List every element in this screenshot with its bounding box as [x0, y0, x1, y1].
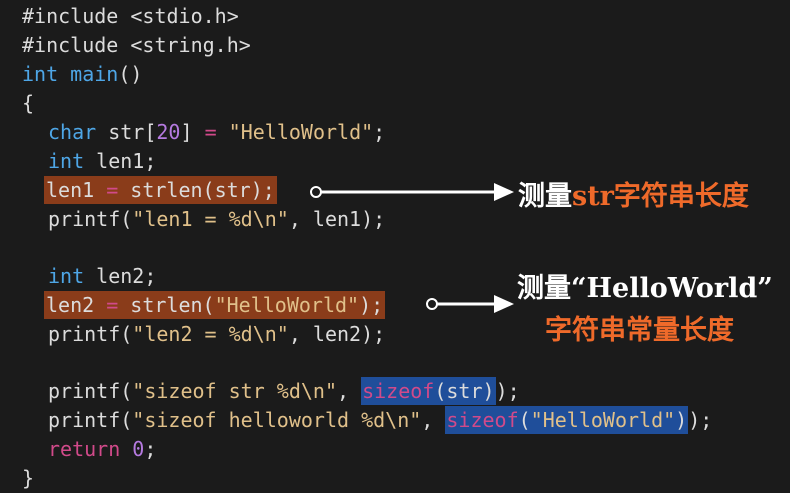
code-line-include-stdio: #include <stdio.h>: [22, 2, 239, 31]
code-line-char-str: char str[20] = "HelloWorld";: [48, 118, 385, 147]
operator: =: [106, 293, 119, 317]
code-line-close-brace: }: [22, 464, 34, 493]
type-keyword: char: [48, 120, 97, 144]
code-text: }: [22, 466, 35, 490]
code-text: len2: [46, 293, 107, 317]
code-text: str[: [96, 120, 157, 144]
sizeof-keyword: sizeof: [446, 408, 519, 432]
number-literal: 0: [132, 437, 145, 461]
code-line-strlen-str: len1 = strlen(str);: [44, 176, 277, 205]
code-text: , len1);: [288, 207, 386, 231]
string-literal: "HelloWorld": [530, 408, 676, 432]
code-text: ,: [421, 408, 446, 432]
string-literal: "sizeof helloworld %d\n": [132, 408, 422, 432]
function-name: main: [58, 62, 119, 86]
code-line-sizeof-str: printf("sizeof str %d\n", sizeof(str));: [48, 377, 520, 406]
code-line-printf-len2: printf("len2 = %d\n", len2);: [48, 320, 385, 349]
code-line-printf-len1: printf("len1 = %d\n", len1);: [48, 205, 385, 234]
code-text: strlen(: [118, 293, 215, 317]
code-text: printf(: [48, 379, 133, 403]
code-text: #include <string.h>: [22, 33, 251, 57]
code-text: printf(: [48, 408, 133, 432]
string-literal: "len2 = %d\n": [132, 322, 289, 346]
code-text: printf(: [48, 207, 133, 231]
code-line-sizeof-literal: printf("sizeof helloworld %d\n", sizeof(…: [48, 406, 712, 435]
code-line-int-len2: int len2;: [48, 262, 156, 291]
type-keyword: int: [22, 62, 59, 86]
arrow-icon: [310, 183, 514, 201]
string-literal: "sizeof str %d\n": [132, 379, 337, 403]
string-literal: "len1 = %d\n": [132, 207, 289, 231]
code-line-int-len1: int len1;: [48, 147, 156, 176]
code-line-include-string: #include <string.h>: [22, 31, 251, 60]
code-text: ;: [144, 437, 157, 461]
type-keyword: int: [48, 149, 85, 173]
sizeof-keyword: sizeof: [362, 379, 435, 403]
code-text: {: [22, 91, 35, 115]
operator: =: [204, 120, 217, 144]
code-text: );: [495, 379, 520, 403]
highlight-sizeof-str: sizeof(str): [361, 377, 496, 405]
highlight-strlen-literal: len2 = strlen("HelloWorld");: [44, 291, 386, 319]
operator: =: [106, 178, 119, 202]
code-text: ,: [337, 379, 362, 403]
code-text: (str): [434, 379, 495, 403]
code-text: );: [359, 293, 384, 317]
highlight-strlen-str: len1 = strlen(str);: [44, 176, 277, 204]
annotation-strlen-literal: 测量“HelloWorld”: [517, 273, 773, 304]
code-text: (): [118, 62, 143, 86]
annotation-highlight: str字符串长度: [572, 181, 749, 212]
number-literal: 20: [156, 120, 181, 144]
code-text: );: [688, 408, 713, 432]
string-literal: "HelloWorld": [214, 293, 360, 317]
code-text: strlen(str);: [118, 178, 275, 202]
code-text: printf(: [48, 322, 133, 346]
annotation-strlen-literal-desc: 字符串常量长度: [545, 315, 734, 346]
code-text: ): [675, 408, 688, 432]
code-line-strlen-literal: len2 = strlen("HelloWorld");: [44, 291, 386, 320]
type-keyword: int: [48, 264, 85, 288]
code-text: #include <stdio.h>: [22, 4, 239, 28]
annotation-strlen-str: 测量str字符串长度: [518, 174, 749, 213]
code-text: len1;: [84, 149, 157, 173]
code-text: len2;: [84, 264, 157, 288]
code-text: ;: [373, 120, 386, 144]
code-text: len1: [46, 178, 107, 202]
code-line-main: int main(): [22, 60, 142, 89]
code-line-open-brace: {: [22, 89, 34, 118]
code-text: ]: [180, 120, 205, 144]
string-literal: "HelloWorld": [228, 120, 374, 144]
highlight-sizeof-literal: sizeof("HelloWorld"): [445, 406, 689, 434]
code-text: , len2);: [288, 322, 386, 346]
code-line-return: return 0;: [48, 435, 156, 464]
annotation-label: 测量: [518, 181, 572, 212]
arrow-icon: [426, 295, 514, 313]
return-keyword: return: [48, 437, 121, 461]
code-text: (: [518, 408, 531, 432]
